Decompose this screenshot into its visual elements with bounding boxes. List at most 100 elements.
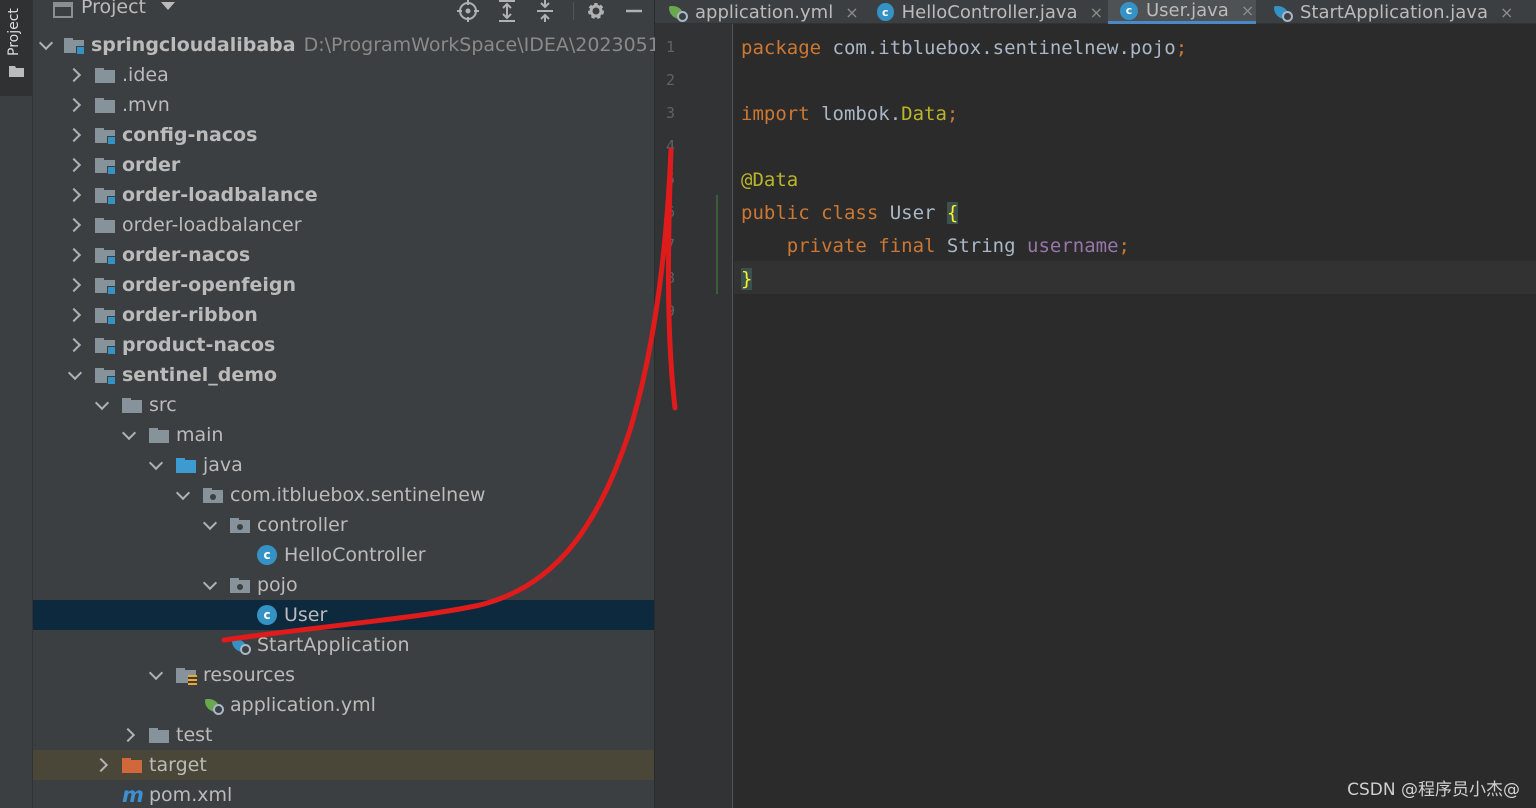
java-class-icon: c bbox=[877, 3, 894, 21]
chevron-down-icon[interactable] bbox=[149, 458, 163, 472]
tree-item[interactable]: order-ribbon bbox=[33, 300, 654, 330]
tree-item[interactable]: test bbox=[33, 720, 654, 750]
tree-item[interactable]: .mvn bbox=[33, 90, 654, 120]
editor-tab-label: User.java bbox=[1146, 0, 1229, 21]
project-tool-button[interactable]: Project bbox=[0, 0, 32, 96]
spring-config-icon bbox=[667, 2, 689, 22]
chevron-down-icon[interactable] bbox=[122, 428, 136, 442]
type-name: String bbox=[935, 235, 1027, 257]
chevron-right-icon[interactable] bbox=[68, 128, 82, 142]
tree-item[interactable]: target bbox=[33, 750, 654, 780]
chevron-down-icon[interactable] bbox=[95, 398, 109, 412]
project-view-icon bbox=[53, 2, 73, 18]
vcs-change-marker bbox=[716, 195, 718, 294]
collapse-all-icon[interactable] bbox=[533, 0, 557, 22]
close-icon[interactable]: × bbox=[1241, 1, 1254, 20]
tree-item[interactable]: order-loadbalance bbox=[33, 180, 654, 210]
tree-item[interactable]: order-nacos bbox=[33, 240, 654, 270]
tree-item[interactable]: .idea bbox=[33, 60, 654, 90]
chevron-down-icon[interactable] bbox=[176, 488, 190, 502]
module-folder-icon bbox=[95, 275, 117, 295]
folder-icon bbox=[9, 66, 24, 77]
close-icon[interactable]: × bbox=[845, 3, 858, 22]
tree-item-label: .idea bbox=[122, 64, 169, 86]
tree-item[interactable]: order-openfeign bbox=[33, 270, 654, 300]
watermark: CSDN @程序员小杰@ bbox=[1347, 780, 1520, 800]
folder-icon bbox=[149, 425, 171, 445]
chevron-right-icon[interactable] bbox=[68, 248, 82, 262]
tree-item[interactable]: config-nacos bbox=[33, 120, 654, 150]
package-name: com.itbluebox.sentinelnew.pojo bbox=[821, 37, 1176, 59]
tree-item[interactable]: c User bbox=[33, 600, 654, 630]
tree-item-label: pojo bbox=[257, 574, 298, 596]
editor-tab[interactable]: c User.java × bbox=[1108, 0, 1256, 24]
tree-item-label: target bbox=[149, 754, 207, 776]
close-icon[interactable]: × bbox=[1090, 3, 1103, 22]
line-number-gutter: 1 2 3 4 5 6 7 8 9 bbox=[655, 24, 733, 808]
chevron-right-icon[interactable] bbox=[68, 98, 82, 112]
line-number: 2 bbox=[665, 71, 675, 89]
tree-item-label: test bbox=[176, 724, 213, 746]
expand-all-icon[interactable] bbox=[495, 0, 519, 22]
tree-item-label: order-loadbalance bbox=[122, 184, 318, 206]
chevron-right-icon[interactable] bbox=[68, 158, 82, 172]
close-brace: } bbox=[741, 268, 753, 290]
tree-item[interactable]: application.yml bbox=[33, 690, 654, 720]
tree-item-label: main bbox=[176, 424, 224, 446]
chevron-right-icon[interactable] bbox=[68, 278, 82, 292]
chevron-down-icon[interactable] bbox=[149, 668, 163, 682]
tree-item[interactable]: java bbox=[33, 450, 654, 480]
package-icon bbox=[230, 575, 252, 595]
chevron-right-icon[interactable] bbox=[95, 758, 109, 772]
semicolon: ; bbox=[946, 103, 959, 125]
tree-item[interactable]: m pom.xml bbox=[33, 780, 654, 808]
tree-item[interactable]: main bbox=[33, 420, 654, 450]
chevron-right-icon[interactable] bbox=[68, 68, 82, 82]
tool-window-strip: Project bbox=[0, 0, 33, 808]
editor-tab-label: StartApplication.java bbox=[1300, 1, 1488, 23]
tree-item-label: order-openfeign bbox=[122, 274, 297, 296]
tree-item[interactable]: controller bbox=[33, 510, 654, 540]
tree-item[interactable]: order-loadbalancer bbox=[33, 210, 654, 240]
class-name: User bbox=[878, 202, 947, 224]
editor-tab[interactable]: application.yml × bbox=[655, 0, 860, 24]
header-divider bbox=[573, 2, 574, 20]
tree-item[interactable]: springcloudalibaba D:\ProgramWorkSpace\ID… bbox=[33, 30, 708, 60]
tree-item[interactable]: com.itbluebox.sentinelnew bbox=[33, 480, 654, 510]
tree-item-label: product-nacos bbox=[122, 334, 276, 356]
chevron-right-icon[interactable] bbox=[68, 188, 82, 202]
locate-icon[interactable] bbox=[456, 0, 480, 22]
chevron-right-icon[interactable] bbox=[68, 308, 82, 322]
code-line-3: import lombok.Data; bbox=[741, 98, 958, 131]
keyword: package bbox=[741, 37, 822, 59]
tree-item-label: StartApplication bbox=[257, 634, 410, 656]
chevron-right-icon[interactable] bbox=[68, 218, 82, 232]
editor-tab[interactable]: StartApplication.java × bbox=[1260, 0, 1536, 24]
minimize-icon[interactable] bbox=[622, 0, 646, 22]
folder-icon bbox=[122, 395, 144, 415]
chevron-down-icon[interactable] bbox=[203, 518, 217, 532]
tree-item[interactable]: sentinel_demo bbox=[33, 360, 654, 390]
editor-tab[interactable]: c HelloController.java × bbox=[865, 0, 1103, 24]
close-icon[interactable]: × bbox=[1500, 3, 1513, 22]
chevron-down-icon[interactable] bbox=[203, 578, 217, 592]
tree-item[interactable]: product-nacos bbox=[33, 330, 654, 360]
tree-item[interactable]: src bbox=[33, 390, 654, 420]
tree-item-label: application.yml bbox=[230, 694, 376, 716]
chevron-down-icon[interactable] bbox=[41, 38, 51, 52]
tree-item[interactable]: c HelloController bbox=[33, 540, 654, 570]
gear-icon[interactable] bbox=[584, 0, 608, 22]
chevron-down-icon[interactable] bbox=[161, 2, 175, 10]
project-panel-title[interactable]: Project bbox=[81, 0, 146, 18]
tree-item[interactable]: order bbox=[33, 150, 654, 180]
tree-item-label: .mvn bbox=[122, 94, 170, 116]
chevron-right-icon[interactable] bbox=[68, 338, 82, 352]
tree-item[interactable]: pojo bbox=[33, 570, 654, 600]
chevron-down-icon[interactable] bbox=[68, 368, 82, 382]
code-line-5: @Data bbox=[741, 164, 798, 197]
spring-config-icon bbox=[203, 695, 225, 715]
chevron-right-icon[interactable] bbox=[122, 728, 136, 742]
tree-item[interactable]: resources bbox=[33, 660, 654, 690]
tree-item[interactable]: StartApplication bbox=[33, 630, 654, 660]
